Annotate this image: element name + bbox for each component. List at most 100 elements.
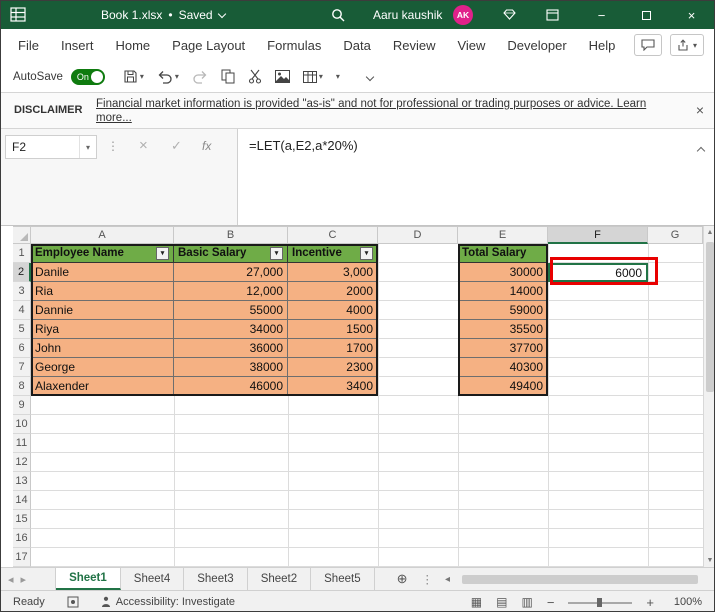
vertical-scroll-thumb[interactable] (706, 242, 714, 392)
column-header-a[interactable]: A (31, 226, 174, 244)
zoom-slider[interactable] (568, 597, 632, 608)
cell-d8[interactable] (378, 377, 458, 396)
close-button[interactable]: × (669, 1, 714, 29)
cell-c1[interactable]: Incentive ▾ (288, 244, 378, 263)
cell-e2[interactable]: 30000 (458, 263, 548, 282)
row-header-16[interactable]: 16 (13, 529, 31, 548)
column-header-c[interactable]: C (288, 226, 378, 244)
cell-d5[interactable] (378, 320, 458, 339)
cell-b6[interactable]: 36000 (174, 339, 288, 358)
cell-b4[interactable]: 55000 (174, 301, 288, 320)
cell-f3[interactable] (548, 282, 648, 301)
cell-d2[interactable] (378, 263, 458, 282)
autosave-toggle[interactable]: On (71, 69, 105, 85)
extra-dropdown-icon[interactable]: ▾ (336, 72, 340, 81)
tab-formulas[interactable]: Formulas (256, 29, 332, 61)
row-header-5[interactable]: 5 (13, 320, 31, 339)
zoom-thumb[interactable] (597, 598, 602, 607)
cancel-entry-icon[interactable]: × (139, 137, 148, 154)
disclaimer-link[interactable]: Financial market information is provided… (96, 97, 674, 125)
share-dropdown-icon[interactable]: ▾ (693, 41, 697, 50)
zoom-level[interactable]: 100% (668, 596, 702, 608)
cell-d4[interactable] (378, 301, 458, 320)
formula-input[interactable]: =LET(a,E2,a*20%) (249, 138, 680, 153)
cell-a4[interactable]: Dannie (31, 301, 174, 320)
cell-c2[interactable]: 3,000 (288, 263, 378, 282)
table-dropdown-icon[interactable]: ▾ (319, 72, 323, 81)
cell-e4[interactable]: 59000 (458, 301, 548, 320)
tab-view[interactable]: View (446, 29, 496, 61)
cell-a2[interactable]: Danile (31, 263, 174, 282)
undo-button[interactable]: ▾ (157, 70, 179, 84)
copy-button[interactable] (221, 69, 235, 84)
cell-e3[interactable]: 14000 (458, 282, 548, 301)
accessibility-status[interactable]: Accessibility: Investigate (101, 596, 235, 608)
normal-view-icon[interactable]: ▦ (471, 595, 482, 609)
column-header-d[interactable]: D (378, 226, 458, 244)
cell-a8[interactable]: Alaxender (31, 377, 174, 396)
cell-c5[interactable]: 1500 (288, 320, 378, 339)
row-header-13[interactable]: 13 (13, 472, 31, 491)
zoom-in-button[interactable]: + (646, 595, 654, 610)
tab-developer[interactable]: Developer (496, 29, 577, 61)
cell-c3[interactable]: 2000 (288, 282, 378, 301)
tab-file[interactable]: File (7, 29, 50, 61)
cell-a7[interactable]: George (31, 358, 174, 377)
select-all-corner[interactable] (13, 226, 31, 244)
row-header-12[interactable]: 12 (13, 453, 31, 472)
row-header-1[interactable]: 1 (13, 244, 31, 263)
sheet-tab-sheet1[interactable]: Sheet1 (56, 568, 121, 590)
sheet-tab-sheet4[interactable]: Sheet4 (121, 568, 184, 590)
row-header-17[interactable]: 17 (13, 548, 31, 567)
search-icon[interactable] (331, 8, 345, 25)
collapse-formula-bar-icon[interactable] (698, 141, 704, 159)
cell-f5[interactable] (548, 320, 648, 339)
scroll-up-icon[interactable]: ▲ (704, 229, 715, 236)
cell-f7[interactable] (548, 358, 648, 377)
filter-dropdown-icon[interactable]: ▾ (270, 247, 283, 260)
row-header-7[interactable]: 7 (13, 358, 31, 377)
row-header-2-selected[interactable]: 2 (13, 263, 31, 282)
insert-function-icon[interactable]: fx (202, 139, 211, 153)
user-name[interactable]: Aaru kaushik (373, 8, 442, 22)
cell-e7[interactable]: 40300 (458, 358, 548, 377)
tab-insert[interactable]: Insert (50, 29, 105, 61)
cell-c6[interactable]: 1700 (288, 339, 378, 358)
title-chevron-down-icon[interactable] (217, 9, 225, 17)
cell-a6[interactable]: John (31, 339, 174, 358)
cell-b1[interactable]: Basic Salary ▾ (174, 244, 288, 263)
cell-a5[interactable]: Riya (31, 320, 174, 339)
table-button[interactable]: ▾ (303, 71, 323, 83)
customize-toolbar-icon[interactable] (367, 71, 373, 83)
cell-c7[interactable]: 2300 (288, 358, 378, 377)
cell-b2[interactable]: 27,000 (174, 263, 288, 282)
new-sheet-icon[interactable]: ⊕ (397, 571, 408, 587)
filter-dropdown-icon[interactable]: ▾ (360, 247, 373, 260)
comments-button[interactable] (634, 34, 662, 56)
tab-page-layout[interactable]: Page Layout (161, 29, 256, 61)
row-header-9[interactable]: 9 (13, 396, 31, 415)
row-header-6[interactable]: 6 (13, 339, 31, 358)
sheet-nav-right-icon[interactable]: ▸ (21, 573, 34, 586)
ribbon-display-icon[interactable] (546, 9, 559, 24)
cell-d1[interactable] (378, 244, 458, 263)
hscroll-left-icon[interactable]: ◂ (445, 574, 450, 585)
column-header-e[interactable]: E (458, 226, 548, 244)
cell-a3[interactable]: Ria (31, 282, 174, 301)
undo-dropdown-icon[interactable]: ▾ (175, 72, 179, 81)
cell-b3[interactable]: 12,000 (174, 282, 288, 301)
row-header-4[interactable]: 4 (13, 301, 31, 320)
minimize-button[interactable]: − (579, 1, 624, 29)
cell-f6[interactable] (548, 339, 648, 358)
cell-f4[interactable] (548, 301, 648, 320)
page-break-view-icon[interactable]: ▥ (521, 595, 532, 609)
cell-e5[interactable]: 35500 (458, 320, 548, 339)
maximize-button[interactable] (624, 1, 669, 29)
confirm-entry-icon[interactable]: ✓ (171, 138, 182, 154)
cell-c8[interactable]: 3400 (288, 377, 378, 396)
horizontal-scroll-thumb[interactable] (462, 575, 698, 584)
tab-review[interactable]: Review (382, 29, 447, 61)
premium-diamond-icon[interactable] (503, 9, 516, 23)
sheet-nav-left-icon[interactable]: ◂ (1, 573, 21, 586)
scroll-down-icon[interactable]: ▼ (704, 557, 715, 564)
